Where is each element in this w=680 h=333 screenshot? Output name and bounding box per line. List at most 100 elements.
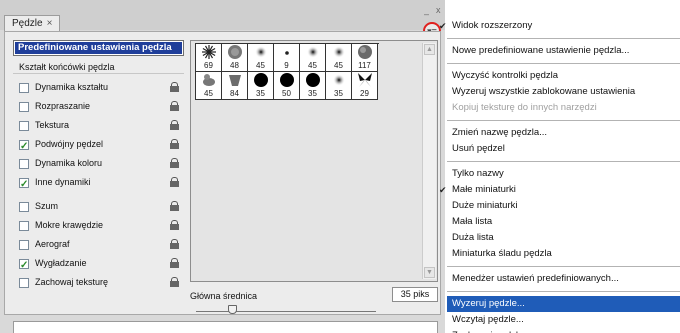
menu-item[interactable]: Wczytaj pędzle... — [447, 312, 680, 328]
scroll-down-icon[interactable]: ▼ — [424, 267, 435, 278]
diameter-slider-thumb[interactable] — [228, 305, 237, 314]
option-item[interactable]: Dynamika koloru — [13, 154, 184, 173]
menu-item-label: Wyzeruj wszystkie zablokowane ustawienia — [452, 86, 636, 97]
option-label: Mokre krawędzie — [35, 220, 104, 230]
hard-dot-icon — [253, 72, 269, 90]
menu-item[interactable]: Tylko nazwy — [447, 166, 680, 182]
option-item[interactable]: Zachowaj teksturę — [13, 273, 184, 292]
menu-item[interactable]: ✔ Widok rozszerzony — [439, 18, 680, 34]
menu-item[interactable]: Miniaturka śladu pędzla — [447, 246, 680, 262]
lock-icon[interactable] — [170, 239, 179, 249]
scroll-up-icon[interactable]: ▲ — [424, 44, 435, 55]
menu-item[interactable]: Zmień nazwę pędzla... — [447, 125, 680, 141]
brush-preset[interactable]: 35 — [248, 72, 274, 100]
option-checkbox[interactable] — [19, 278, 29, 288]
option-checkbox[interactable] — [19, 83, 29, 93]
lock-icon[interactable] — [170, 158, 179, 168]
lock-icon[interactable] — [170, 277, 179, 287]
brush-preset[interactable]: 69 — [196, 44, 222, 72]
menu-item[interactable]: ✔ Małe miniaturki — [439, 182, 680, 198]
menu-item-label: Duże miniaturki — [452, 200, 518, 211]
menu-item-label: Kopiuj teksturę do innych narzędzi — [452, 102, 597, 113]
option-item[interactable]: Dynamika kształtu — [13, 78, 184, 97]
tab-brushes[interactable]: Pędzle × — [4, 15, 61, 32]
menu-item[interactable]: Nowe predefiniowane ustawienie pędzla... — [447, 43, 680, 59]
brush-preset[interactable]: 48 — [222, 44, 248, 72]
option-checkbox[interactable] — [19, 102, 29, 112]
grid-scrollbar[interactable]: ▲ ▼ — [422, 43, 436, 279]
menu-item[interactable]: Zachowaj pędzle... — [447, 328, 680, 333]
tab-close-icon[interactable]: × — [47, 18, 53, 29]
master-diameter-input[interactable]: 35 piks — [392, 287, 438, 302]
option-checkbox[interactable] — [19, 221, 29, 231]
panel-tab-bar — [0, 0, 445, 30]
option-item[interactable]: Mokre krawędzie — [13, 216, 184, 235]
brush-preset[interactable]: 29 — [352, 72, 378, 100]
menu-item[interactable]: Usuń pędzel — [447, 141, 680, 157]
brush-size-label: 48 — [230, 61, 239, 70]
preset-button[interactable]: Predefiniowane ustawienia pędzla — [13, 40, 184, 56]
brushes-panel: Pędzle× – x ▾≡ Predefiniowane ustawienia… — [0, 0, 445, 333]
menu-separator — [447, 161, 680, 162]
brush-preset[interactable]: 84 — [222, 72, 248, 100]
option-label: Podwójny pędzel — [35, 139, 104, 149]
brush-size-label: 35 — [256, 89, 265, 98]
option-checkbox[interactable] — [19, 175, 29, 194]
brush-preset[interactable]: 50 — [274, 72, 300, 100]
brush-size-label: 45 — [204, 89, 213, 98]
minimize-icon[interactable]: – — [424, 10, 429, 19]
option-checkbox[interactable] — [19, 121, 29, 131]
option-label: Szum — [35, 201, 59, 211]
option-label: Wygładzanie — [35, 258, 87, 268]
lock-icon[interactable] — [170, 120, 179, 130]
brush-size-label: 9 — [284, 61, 289, 70]
brush-preset[interactable]: 45 — [196, 72, 222, 100]
option-checkbox[interactable] — [19, 240, 29, 250]
brush-preset[interactable]: 9 — [274, 44, 300, 72]
menu-item-label: Wyczyść kontrolki pędzla — [452, 70, 559, 81]
brush-preset[interactable]: 35 — [300, 72, 326, 100]
option-item[interactable]: Aerograf — [13, 235, 184, 254]
soft-dot-icon — [332, 45, 346, 61]
option-checkbox[interactable] — [19, 256, 29, 275]
menu-item[interactable]: Wyzeruj wszystkie zablokowane ustawienia — [447, 84, 680, 100]
star-burst-icon — [201, 44, 217, 62]
menu-item[interactable]: Duże miniaturki — [447, 198, 680, 214]
lock-icon[interactable] — [170, 139, 179, 149]
menu-item[interactable]: Wyzeruj pędzle... — [447, 296, 680, 312]
option-checkbox[interactable] — [19, 159, 29, 169]
diameter-slider-track[interactable] — [196, 311, 376, 312]
menu-item[interactable]: Mała lista — [447, 214, 680, 230]
brush-tip-shape-item[interactable]: Kształt końcówki pędzla — [13, 60, 184, 74]
brush-preset[interactable]: 35 — [326, 72, 352, 100]
brush-preset[interactable]: 117 — [352, 44, 378, 72]
menu-item-label: Zmień nazwę pędzla... — [452, 127, 548, 138]
brush-size-label: 84 — [230, 89, 239, 98]
soft-dot-icon — [332, 73, 346, 89]
menu-item[interactable]: Duża lista — [447, 230, 680, 246]
lock-icon[interactable] — [170, 201, 179, 211]
lock-icon[interactable] — [170, 101, 179, 111]
brush-preset[interactable]: 45 — [326, 44, 352, 72]
lock-icon[interactable] — [170, 220, 179, 230]
lock-icon[interactable] — [170, 177, 179, 187]
close-icon[interactable]: x — [436, 6, 441, 15]
lock-icon[interactable] — [170, 82, 179, 92]
option-item[interactable]: Tekstura — [13, 116, 184, 135]
lock-icon[interactable] — [170, 258, 179, 268]
option-item[interactable]: Podwójny pędzel — [13, 135, 184, 156]
option-item[interactable]: Rozpraszanie — [13, 97, 184, 116]
brush-preset[interactable]: 45 — [300, 44, 326, 72]
menu-item[interactable]: Wyczyść kontrolki pędzla — [447, 68, 680, 84]
option-label: Rozpraszanie — [35, 101, 91, 111]
menu-item[interactable]: Menedżer ustawień predefiniowanych... — [447, 271, 680, 287]
option-item[interactable]: Szum — [13, 197, 184, 216]
option-checkbox[interactable] — [19, 137, 29, 156]
option-item[interactable]: Wygładzanie — [13, 254, 184, 275]
menu-item-label: Widok rozszerzony — [452, 20, 533, 31]
preset-button-label: Predefiniowane ustawienia pędzla — [15, 42, 182, 54]
brush-preset[interactable]: 45 — [248, 44, 274, 72]
option-item[interactable]: Inne dynamiki — [13, 173, 184, 194]
option-checkbox[interactable] — [19, 202, 29, 212]
menu-separator — [447, 63, 680, 64]
